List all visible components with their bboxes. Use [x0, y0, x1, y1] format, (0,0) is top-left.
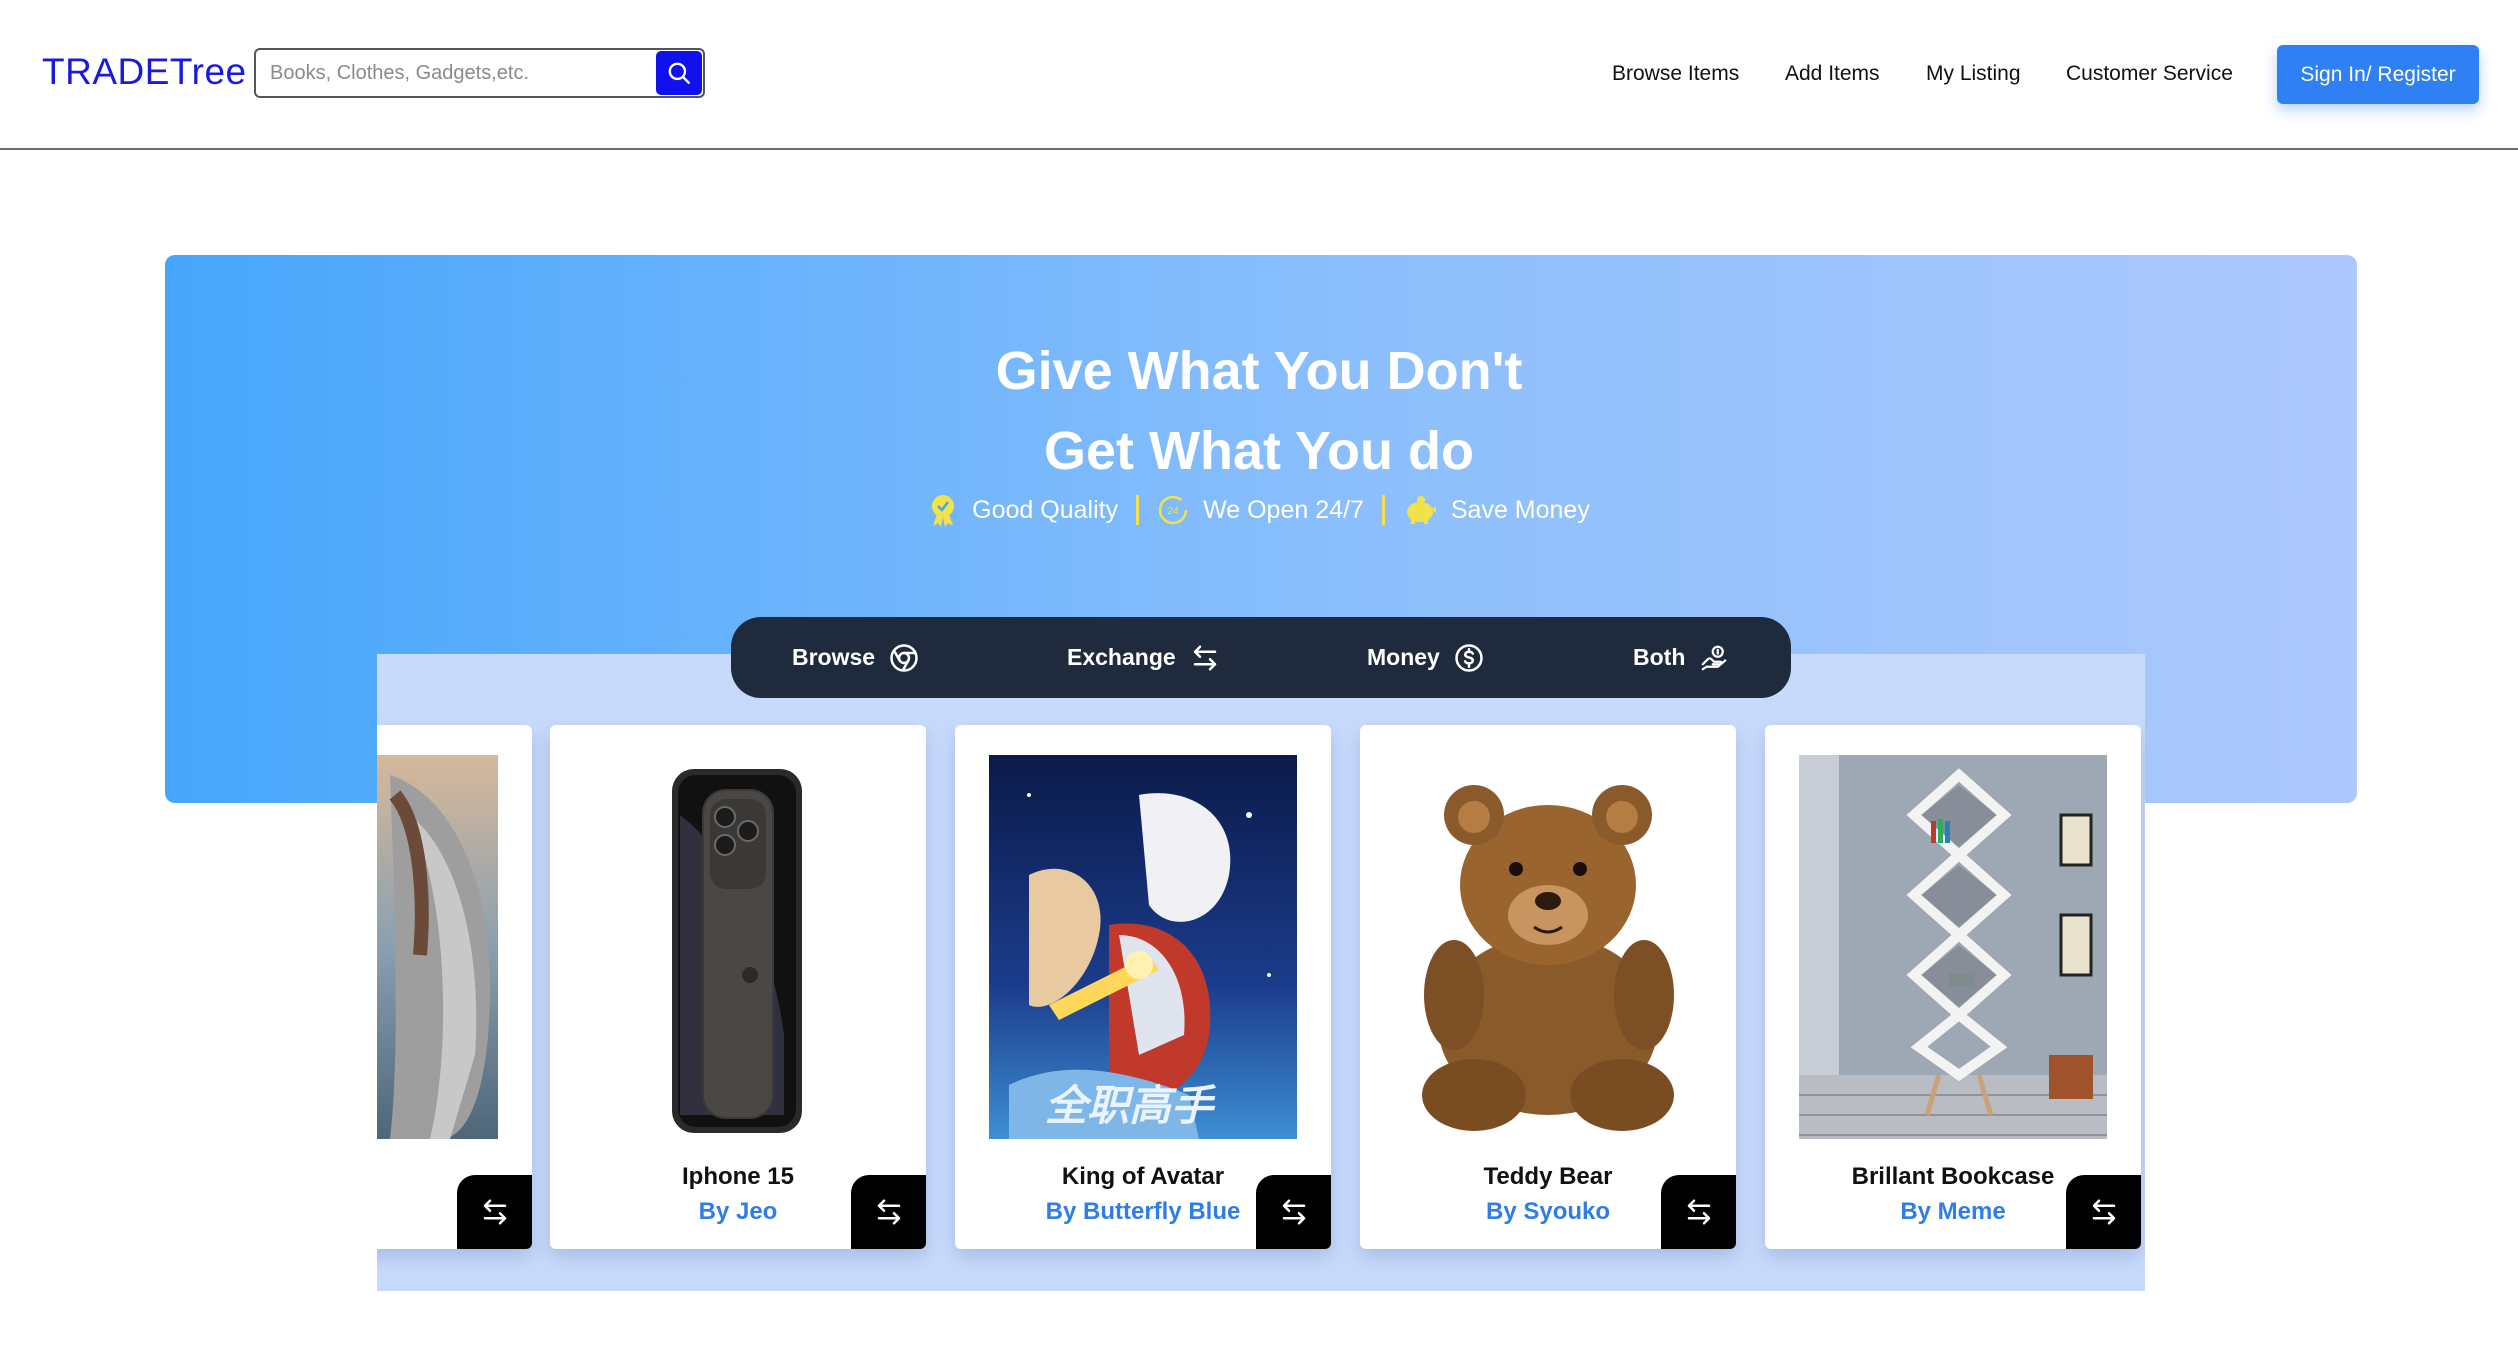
exchange-arrows-icon [1282, 1199, 1305, 1225]
tab-money-label: Money [1367, 644, 1440, 670]
feature-save-money: Save Money [1403, 495, 1590, 525]
quality-badge-icon [932, 495, 955, 527]
dollar-icon [1455, 643, 1483, 672]
item-card[interactable]: p [377, 725, 532, 1249]
filter-tab-bar: Browse Exchange Money Both [731, 617, 1791, 698]
search-input[interactable] [270, 50, 650, 96]
item-image [377, 755, 498, 1139]
feature-strip: Good Quality 24 We Open 24/7 Save Money [0, 492, 2518, 528]
search-bar [254, 48, 705, 98]
clock-24-icon: 24 [1158, 495, 1188, 525]
search-button[interactable] [656, 51, 702, 95]
exchange-button[interactable] [851, 1175, 926, 1249]
exchange-arrows-icon [1193, 645, 1216, 670]
item-card[interactable]: Brillant Bookcase By Meme [1765, 725, 2141, 1249]
bookcase-image [1799, 755, 2107, 1139]
iphone-image [584, 755, 892, 1139]
shoe-image [377, 755, 498, 1139]
anime-poster-image: 全职高手 [989, 755, 1297, 1139]
item-image: 全职高手 [989, 755, 1297, 1139]
items-carousel: p Iphone 15 By Jeo [377, 654, 2145, 1291]
exchange-arrows-icon [1687, 1199, 1710, 1225]
nav-customer-service[interactable]: Customer Service [2066, 62, 2233, 86]
tab-both[interactable]: Both [1633, 617, 1729, 698]
item-card[interactable]: 全职高手 King of Avatar By Butterfly Blue [955, 725, 1331, 1249]
site-logo[interactable]: TRADETree [42, 51, 247, 93]
item-card[interactable]: Iphone 15 By Jeo [550, 725, 926, 1249]
nav-my-listing[interactable]: My Listing [1926, 62, 2021, 86]
exchange-button[interactable] [1661, 1175, 1736, 1249]
chrome-icon [890, 643, 918, 672]
svg-text:24: 24 [1168, 506, 1180, 517]
hero-title-line2: Get What You do [1044, 421, 1474, 481]
tab-browse[interactable]: Browse [792, 617, 919, 698]
feature-divider [1136, 495, 1140, 525]
exchange-button[interactable] [1256, 1175, 1331, 1249]
tab-exchange-label: Exchange [1067, 644, 1176, 670]
feature-open-24-7: 24 We Open 24/7 [1157, 494, 1364, 526]
hero-title-line1: Give What You Don't [995, 341, 1523, 401]
money-hand-icon [1702, 645, 1727, 670]
tab-exchange[interactable]: Exchange [1067, 617, 1220, 698]
tab-money[interactable]: Money [1367, 617, 1484, 698]
search-icon [668, 62, 690, 84]
feature-divider [1381, 495, 1385, 525]
exchange-button[interactable] [2066, 1175, 2141, 1249]
item-image [1799, 755, 2107, 1139]
exchange-arrows-icon [2092, 1199, 2115, 1225]
feature-good-quality-label: Good Quality [972, 495, 1119, 524]
nav-add-items[interactable]: Add Items [1785, 62, 1880, 86]
exchange-arrows-icon [483, 1199, 506, 1225]
nav-browse-items[interactable]: Browse Items [1612, 62, 1739, 86]
item-image [584, 755, 892, 1139]
site-header: TRADETree Browse Items Add Items My List… [0, 0, 2518, 150]
feature-good-quality: Good Quality [928, 492, 1118, 528]
exchange-arrows-icon [877, 1199, 900, 1225]
item-card[interactable]: Teddy Bear By Syouko [1360, 725, 1736, 1249]
svg-text:全职高手: 全职高手 [1045, 1081, 1217, 1130]
sign-in-register-button[interactable]: Sign In/ Register [2277, 45, 2479, 104]
exchange-button[interactable] [457, 1175, 532, 1249]
piggy-bank-icon [1406, 496, 1436, 524]
feature-save-money-label: Save Money [1450, 495, 1590, 524]
item-image [1394, 755, 1702, 1139]
tab-browse-label: Browse [792, 644, 876, 670]
tab-both-label: Both [1633, 644, 1686, 670]
feature-open-24-7-label: We Open 24/7 [1203, 495, 1364, 524]
teddy-bear-image [1394, 755, 1702, 1139]
